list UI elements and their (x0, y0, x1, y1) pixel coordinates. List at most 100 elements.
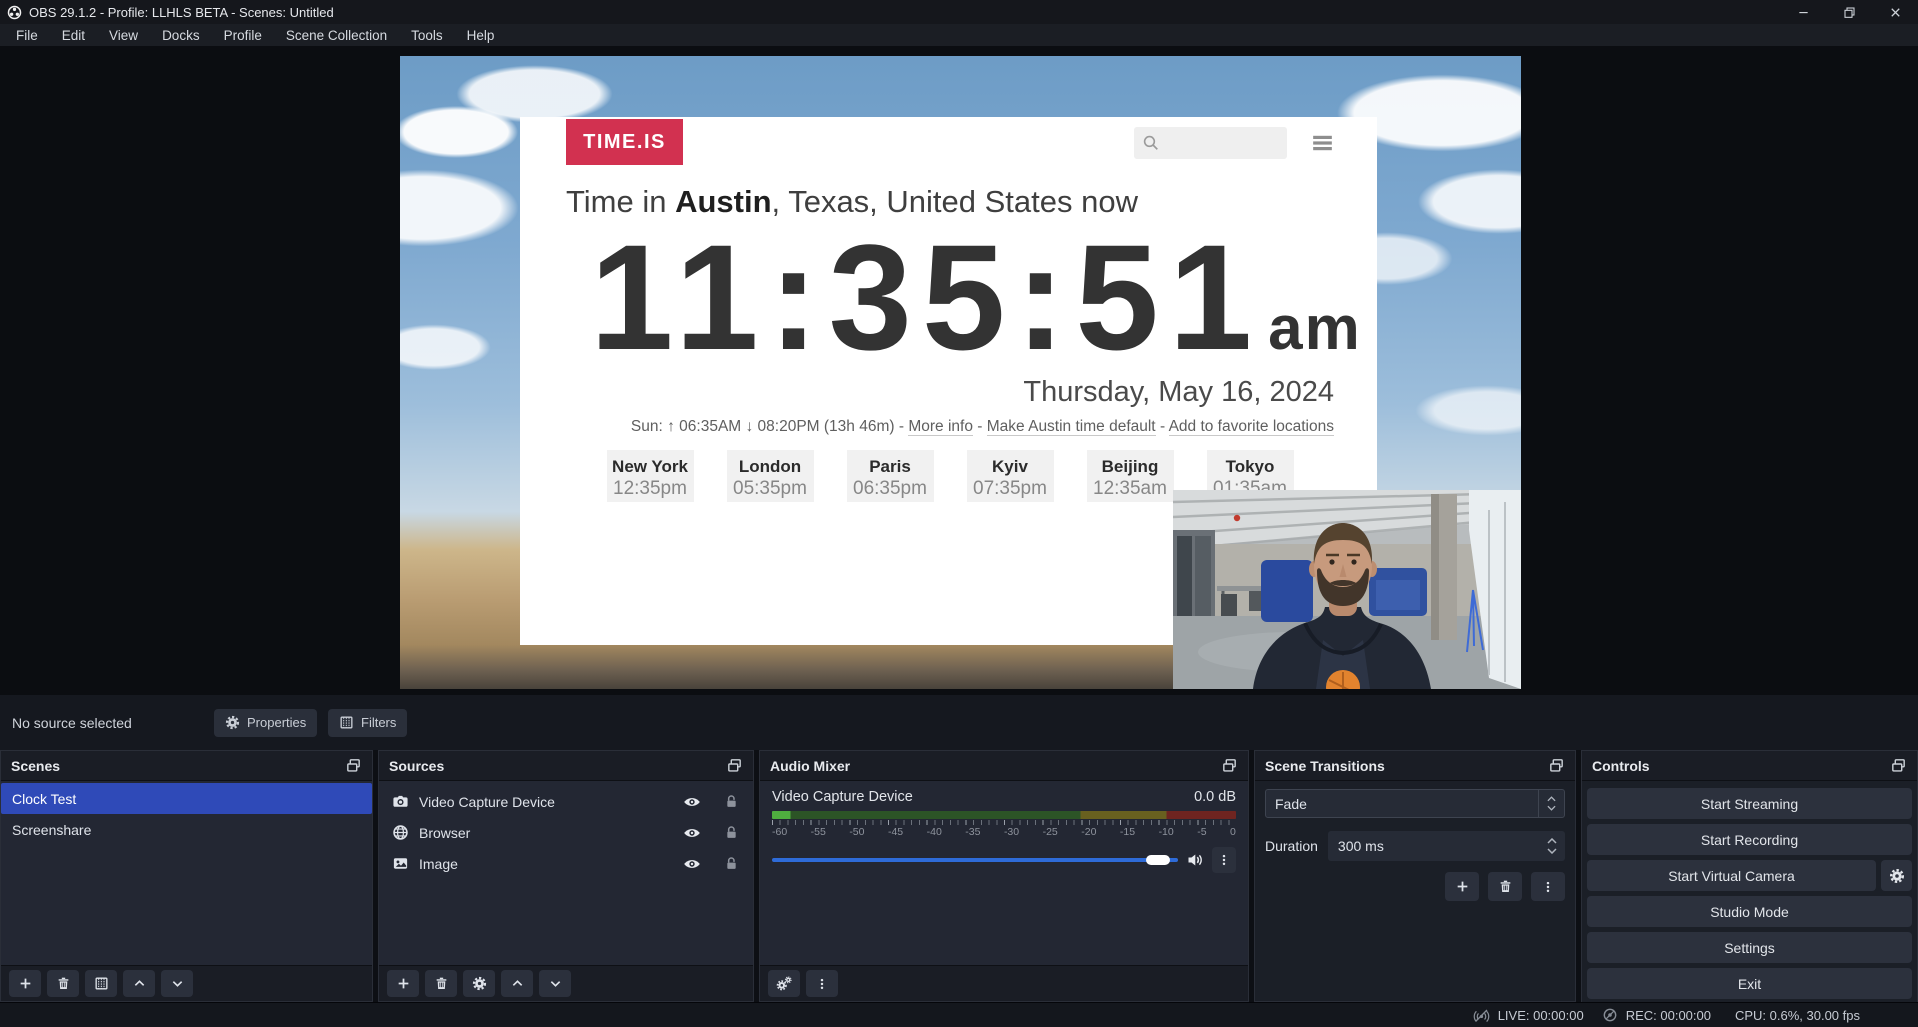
city-name: Beijing (1087, 457, 1174, 477)
lock-icon[interactable] (724, 856, 739, 871)
visibility-eye-icon[interactable] (683, 793, 701, 811)
world-clock-tile: London05:35pm (727, 450, 814, 502)
scene-move-up-button[interactable] (123, 970, 155, 997)
source-item-video-capture[interactable]: Video Capture Device (379, 786, 753, 817)
tick-label: -25 (1043, 826, 1058, 838)
properties-button[interactable]: Properties (214, 709, 317, 737)
audio-mixer-header[interactable]: Audio Mixer (760, 751, 1248, 781)
start-streaming-button[interactable]: Start Streaming (1587, 788, 1912, 819)
link-separator: - (1160, 418, 1165, 435)
menu-scene-collection[interactable]: Scene Collection (274, 24, 399, 46)
studio-mode-button[interactable]: Studio Mode (1587, 896, 1912, 927)
timeis-sun-line: Sun: ↑ 06:35AM ↓ 08:20PM (13h 46m) - Mor… (566, 418, 1334, 436)
remove-source-button[interactable] (425, 970, 457, 997)
volume-track (772, 858, 1178, 862)
scene-filters-button[interactable] (85, 970, 117, 997)
audio-mixer-toolbar (760, 965, 1248, 1001)
record-inactive-icon (1602, 1007, 1618, 1023)
menu-docks[interactable]: Docks (150, 24, 212, 46)
source-move-up-button[interactable] (501, 970, 533, 997)
duration-spinner[interactable]: 300 ms (1328, 831, 1565, 861)
lock-icon[interactable] (724, 825, 739, 840)
source-move-down-button[interactable] (539, 970, 571, 997)
minimize-icon (1796, 5, 1811, 20)
filters-button[interactable]: Filters (328, 709, 407, 737)
advanced-audio-button[interactable] (768, 970, 800, 997)
city-name: Tokyo (1207, 457, 1294, 477)
settings-button[interactable]: Settings (1587, 932, 1912, 963)
visibility-eye-icon[interactable] (683, 855, 701, 873)
transitions-body: Fade Duration 300 ms (1255, 781, 1575, 1001)
tick-label: -30 (1004, 826, 1019, 838)
exit-button[interactable]: Exit (1587, 968, 1912, 999)
preview-canvas[interactable]: TIME.IS Time in Austin, Texas, United St… (400, 56, 1521, 689)
add-transition-button[interactable] (1445, 872, 1479, 901)
preview-area: TIME.IS Time in Austin, Texas, United St… (0, 46, 1918, 695)
speaker-icon[interactable] (1186, 851, 1204, 869)
popout-icon[interactable] (1221, 757, 1238, 774)
controls-body: Start Streaming Start Recording Start Vi… (1582, 781, 1917, 1006)
scene-item-screenshare[interactable]: Screenshare (1, 814, 372, 845)
selected-source-toolbar: No source selected Properties Filters (0, 695, 1918, 750)
filters-label: Filters (361, 715, 396, 730)
menubar: File Edit View Docks Profile Scene Colle… (0, 24, 1918, 46)
start-virtual-camera-button[interactable]: Start Virtual Camera (1587, 860, 1876, 891)
remove-transition-button[interactable] (1488, 872, 1522, 901)
gears-icon (776, 976, 792, 992)
add-source-button[interactable] (387, 970, 419, 997)
scene-move-down-button[interactable] (161, 970, 193, 997)
popout-icon[interactable] (726, 757, 743, 774)
gear-icon (225, 715, 240, 730)
mixer-menu-button[interactable] (806, 970, 838, 997)
favorite-link: Add to favorite locations (1169, 418, 1334, 436)
combo-arrows (1538, 790, 1564, 817)
menu-edit[interactable]: Edit (50, 24, 97, 46)
trash-icon (434, 976, 449, 991)
menu-view[interactable]: View (97, 24, 150, 46)
volume-handle[interactable] (1146, 855, 1170, 865)
transitions-header[interactable]: Scene Transitions (1255, 751, 1575, 781)
city-name: Paris (847, 457, 934, 477)
scene-item-clock-test[interactable]: Clock Test (1, 783, 372, 814)
image-icon (392, 855, 409, 872)
volume-slider[interactable] (772, 853, 1178, 867)
source-properties-button[interactable] (463, 970, 495, 997)
tick-label: -5 (1197, 826, 1206, 838)
restore-button[interactable] (1826, 0, 1872, 24)
minimize-button[interactable] (1780, 0, 1826, 24)
menu-help[interactable]: Help (455, 24, 507, 46)
visibility-eye-icon[interactable] (683, 824, 701, 842)
add-scene-button[interactable] (9, 970, 41, 997)
scene-transitions-dock: Scene Transitions Fade Duration 300 ms (1254, 750, 1576, 1002)
obs-logo-icon (7, 5, 22, 20)
virtual-camera-settings-button[interactable] (1881, 860, 1912, 891)
chevron-up-icon (510, 976, 525, 991)
source-status-text: No source selected (12, 715, 132, 731)
scene-label: Clock Test (12, 791, 76, 807)
scenes-dock-header[interactable]: Scenes (1, 751, 372, 781)
menu-tools[interactable]: Tools (399, 24, 455, 46)
city-name: Kyiv (967, 457, 1054, 477)
popout-icon[interactable] (1548, 757, 1565, 774)
world-clock-tile: Paris06:35pm (847, 450, 934, 502)
spinner-arrows[interactable] (1539, 838, 1565, 854)
webcam-overlay (1173, 490, 1521, 689)
controls-header[interactable]: Controls (1582, 751, 1917, 781)
source-item-browser[interactable]: Browser (379, 817, 753, 848)
popout-icon[interactable] (1890, 757, 1907, 774)
menu-profile[interactable]: Profile (212, 24, 274, 46)
sources-dock-header[interactable]: Sources (379, 751, 753, 781)
remove-scene-button[interactable] (47, 970, 79, 997)
lock-icon[interactable] (724, 794, 739, 809)
menu-file[interactable]: File (4, 24, 50, 46)
close-button[interactable] (1872, 0, 1918, 24)
popout-icon[interactable] (345, 757, 362, 774)
transition-select[interactable]: Fade (1265, 789, 1565, 818)
sources-title: Sources (389, 758, 444, 774)
source-item-image[interactable]: Image (379, 848, 753, 879)
filter-icon (94, 976, 109, 991)
start-recording-button[interactable]: Start Recording (1587, 824, 1912, 855)
transition-menu-button[interactable] (1531, 872, 1565, 901)
channel-menu-button[interactable] (1212, 847, 1236, 873)
source-label: Browser (419, 825, 470, 841)
